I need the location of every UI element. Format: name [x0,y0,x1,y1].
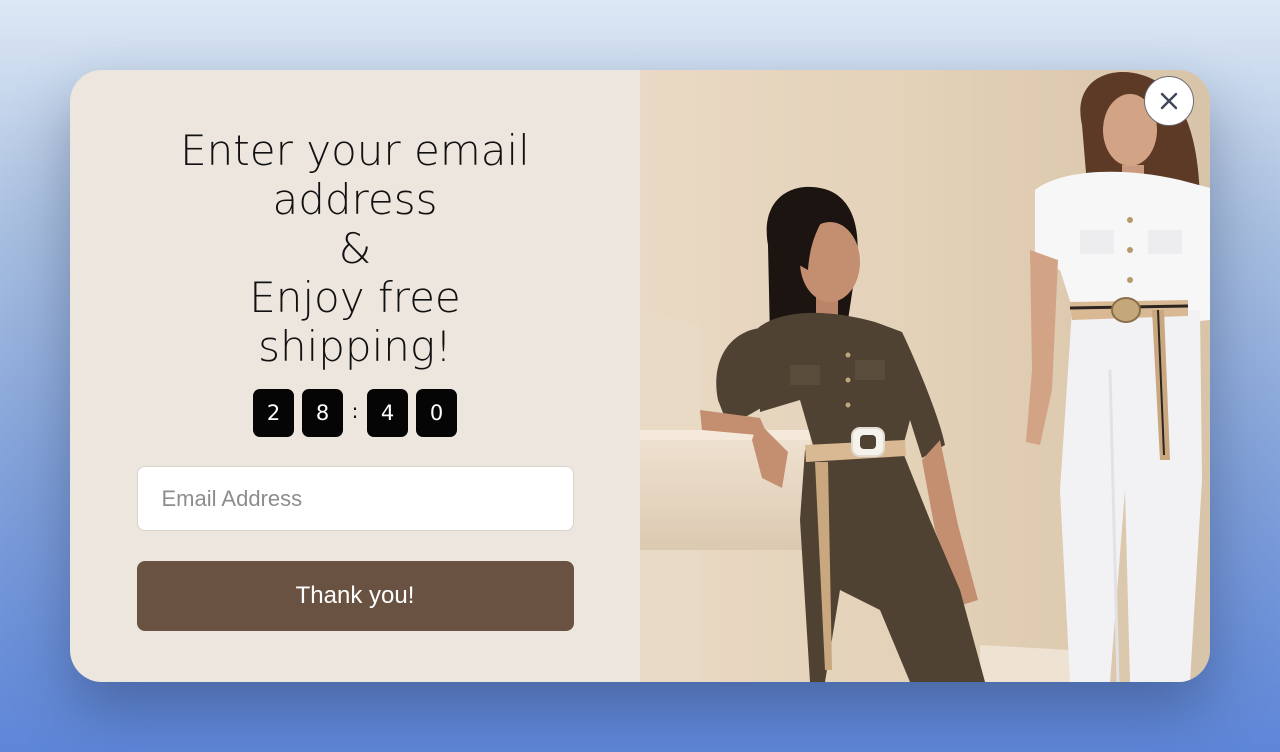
signup-panel: Enter your email address & Enjoy free sh… [70,70,640,682]
headline-line-3: & [338,224,372,273]
timer-separator: : [351,399,359,423]
submit-button[interactable]: Thank you! [136,561,574,631]
timer-digit: 2 [253,389,294,437]
countdown-timer: 2 8 : 4 0 [253,389,457,437]
promo-image [640,70,1210,682]
headline-line-1: Enter your email [180,126,530,175]
headline-line-2: address [272,175,438,224]
headline-line-4: Enjoy free [249,273,461,322]
close-icon [1160,92,1178,110]
email-input[interactable] [136,466,574,531]
close-button[interactable] [1144,76,1194,126]
headline: Enter your email address & Enjoy free sh… [140,126,570,371]
timer-digit: 8 [302,389,343,437]
timer-digit: 4 [367,389,408,437]
headline-line-5: shipping! [258,322,452,371]
models-photo-illustration [640,70,1210,682]
email-signup-popup: Enter your email address & Enjoy free sh… [70,70,1210,682]
timer-digit: 0 [416,389,457,437]
